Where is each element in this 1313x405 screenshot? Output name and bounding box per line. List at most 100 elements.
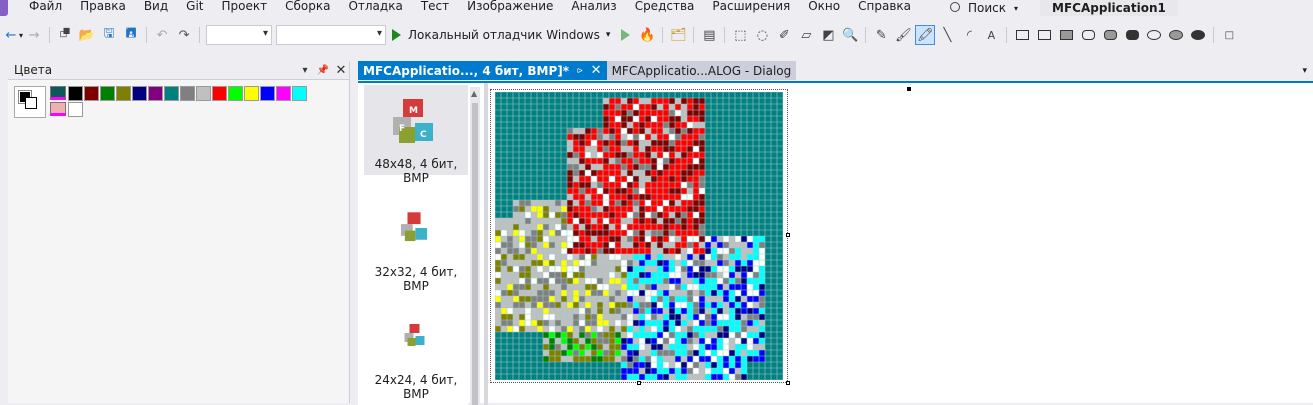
filled-rectangle-icon[interactable] [1057,26,1075,44]
color-swatch[interactable] [180,86,195,101]
color-swatch[interactable] [196,86,211,101]
resize-handle-corner[interactable] [786,381,790,385]
background-color-swatch[interactable] [25,97,37,109]
pixel [669,278,675,284]
menu-item[interactable]: Изображение [458,0,562,16]
back-dropdown-icon[interactable]: ▾ [19,31,23,40]
tab-dialog-editor[interactable]: MFCApplicatio...ALOG - Dialog [606,61,797,80]
resize-handle-right[interactable] [786,233,790,237]
outlined-ellipse-icon[interactable] [1167,26,1185,44]
fill-bucket-icon[interactable]: ◩ [819,26,837,44]
back-icon[interactable]: ← [2,26,20,44]
color-swatch[interactable] [228,86,243,101]
color-swatch[interactable] [276,86,291,101]
color-swatch[interactable] [292,86,307,101]
filled-rounded-rectangle-icon[interactable] [1123,26,1141,44]
color-swatch[interactable] [132,86,147,101]
lasso-selection-icon[interactable]: ◌ [753,26,771,44]
pixel-canvas[interactable] [495,92,783,380]
outlined-rectangle-icon[interactable] [1035,26,1053,44]
color-swatch[interactable] [212,86,227,101]
thumbnail-48[interactable]: M F C 48x48, 4 бит, BMP [364,85,468,185]
tab-icon-editor[interactable]: MFCApplicatio..., 4 бит, BMP]* ⪧ ✕ [358,61,607,80]
solution-platform-combo[interactable] [276,25,387,45]
pin-tab-icon[interactable]: ⪧ [577,65,583,76]
forward-icon[interactable]: → [25,26,43,44]
open-file-icon[interactable]: 📂 [78,26,96,44]
thumbnail-32[interactable]: 32x32, 4 бит, BMP [364,203,468,293]
text-tool-icon[interactable]: A [982,26,1000,44]
menu-item[interactable]: Проект [213,0,277,16]
color-swatch[interactable] [116,86,131,101]
eyedropper-icon[interactable]: ✐ [775,26,793,44]
start-debugging-button[interactable]: Локальный отладчик Windows ▾ [388,25,614,45]
menu-item[interactable]: Средства [626,0,704,16]
resize-handle-top[interactable] [907,87,911,91]
find-in-files-icon[interactable]: 🗂 [669,26,687,44]
color-swatch[interactable] [148,86,163,101]
undo-icon[interactable]: ↶ [153,26,171,44]
screen-color-icon[interactable] [50,86,66,100]
menu-item[interactable]: Справка [849,0,920,16]
menu-item[interactable]: Расширения [703,0,799,16]
close-icon[interactable]: ✕ [333,62,349,78]
resize-handle-bottom[interactable] [637,381,641,385]
color-swatch[interactable] [68,102,83,117]
save-icon[interactable]: 🖫 [100,26,118,44]
solution-configuration-combo[interactable] [206,25,273,45]
menu-item[interactable]: Вид [135,0,177,16]
inverse-color-icon[interactable] [50,102,66,116]
new-project-icon[interactable]: ⮻ [56,26,74,44]
pencil-icon[interactable]: ✎ [872,26,890,44]
color-swatch[interactable] [100,86,115,101]
zoom-icon[interactable]: 🔍 [841,26,859,44]
rounded-rectangle-icon[interactable] [1079,26,1097,44]
pane-splitter[interactable] [484,83,488,405]
pixel [639,122,645,128]
rectangle-selection-icon[interactable]: ⬚ [731,26,749,44]
panel-dropdown-icon[interactable]: ▾ [297,62,313,78]
save-all-icon[interactable]: 🖪 [122,26,140,44]
thumbnails-scrollbar[interactable]: ▲ [470,87,480,405]
redo-icon[interactable]: ↷ [175,26,193,44]
menu-item[interactable]: Отладка [339,0,411,16]
toolbar-overflow-icon[interactable]: □ [1220,26,1238,44]
brush-icon[interactable]: 🖌 [894,26,912,44]
tab-overflow-icon[interactable]: ▾ [1302,66,1307,76]
line-icon[interactable]: ╲ [938,26,956,44]
debugger-dropdown-icon[interactable]: ▾ [606,30,611,40]
foreground-background-selector[interactable] [14,86,46,118]
hot-reload-icon[interactable]: 🔥 [638,26,656,44]
color-swatch[interactable] [164,86,179,101]
outlined-rounded-rectangle-icon[interactable] [1101,26,1119,44]
eraser-icon[interactable]: ▱ [797,26,815,44]
scrollbar-thumb[interactable] [472,103,478,405]
menu-item[interactable]: Анализ [562,0,625,16]
menu-item[interactable]: Сборка [276,0,339,16]
search-box[interactable]: Поиск ▾ [944,0,1024,16]
visual-studio-logo-icon[interactable] [0,0,8,16]
filled-ellipse-icon[interactable] [1189,26,1207,44]
close-tab-icon[interactable]: ✕ [591,63,602,78]
menu-item[interactable]: Тест [412,0,458,16]
pixel [633,290,639,296]
menu-item[interactable]: Файл [20,0,71,16]
menu-item[interactable]: Git [177,0,212,16]
menu-item[interactable]: Окно [799,0,849,16]
color-swatch[interactable] [260,86,275,101]
pixel [579,218,585,224]
airbrush-icon[interactable]: 🖍 [915,25,936,45]
pixel [657,266,663,272]
start-without-debugging-icon[interactable] [616,26,634,44]
ellipse-icon[interactable] [1145,26,1163,44]
scroll-up-icon[interactable]: ▲ [471,89,477,98]
menu-item[interactable]: Правка [71,0,135,16]
thumbnail-24[interactable]: 24x24, 4 бит, BMP [364,313,468,401]
curve-icon[interactable]: ◜ [960,26,978,44]
rectangle-icon[interactable] [1013,26,1031,44]
color-swatch[interactable] [84,86,99,101]
color-swatch[interactable] [244,86,259,101]
image-grid-icon[interactable]: ▤ [700,26,718,44]
color-swatch[interactable] [68,86,83,101]
pin-icon[interactable]: 📌 [315,62,331,78]
